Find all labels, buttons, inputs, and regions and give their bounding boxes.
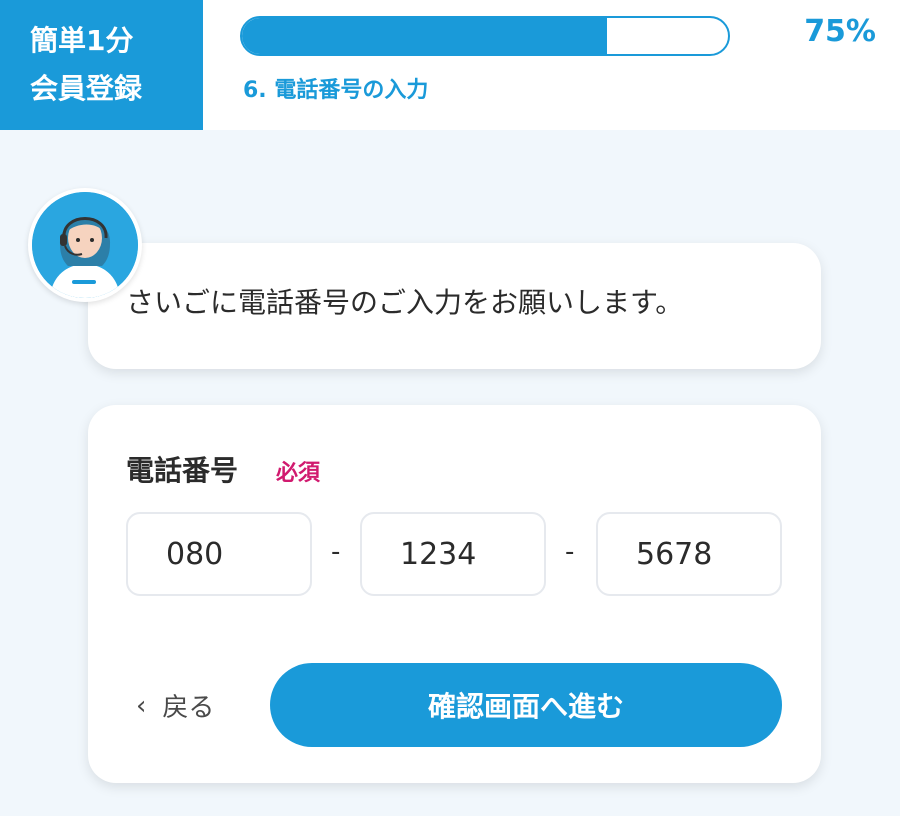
operator-avatar-icon [28, 188, 142, 302]
field-label-phone: 電話番号 [126, 454, 239, 487]
progress-bar [240, 16, 730, 56]
chat-message: さいごに電話番号のご入力をお願いします。 [126, 286, 684, 319]
phone-separator: - [565, 537, 575, 567]
back-link[interactable]: ‹ 戻る [136, 687, 214, 724]
step-label: 6. 電話番号の入力 [243, 78, 429, 103]
chevron-left-icon: ‹ [136, 690, 147, 721]
brand-line1: 簡単1分 [30, 24, 134, 57]
chat-bubble: さいごに電話番号のご入力をお願いします。 [88, 243, 821, 369]
brand-block: 簡単1分 会員登録 [0, 0, 203, 130]
phone-form-card: 電話番号 必須 080 - 1234 - 5678 ‹ 戻る 確認画面へ進む [88, 405, 821, 783]
proceed-to-confirm-button[interactable]: 確認画面へ進む [270, 663, 782, 747]
required-badge: 必須 [276, 461, 321, 486]
progress-fill [242, 18, 607, 54]
phone-input-part1[interactable]: 080 [126, 512, 312, 596]
progress-percent: 75% [804, 14, 876, 49]
phone-separator: - [331, 537, 341, 567]
brand-line2: 会員登録 [30, 72, 143, 105]
phone-input-part3[interactable]: 5678 [596, 512, 782, 596]
phone-input-part2[interactable]: 1234 [360, 512, 546, 596]
back-label: 戻る [162, 693, 215, 723]
header: 簡単1分 会員登録 75% 6. 電話番号の入力 [0, 0, 900, 130]
